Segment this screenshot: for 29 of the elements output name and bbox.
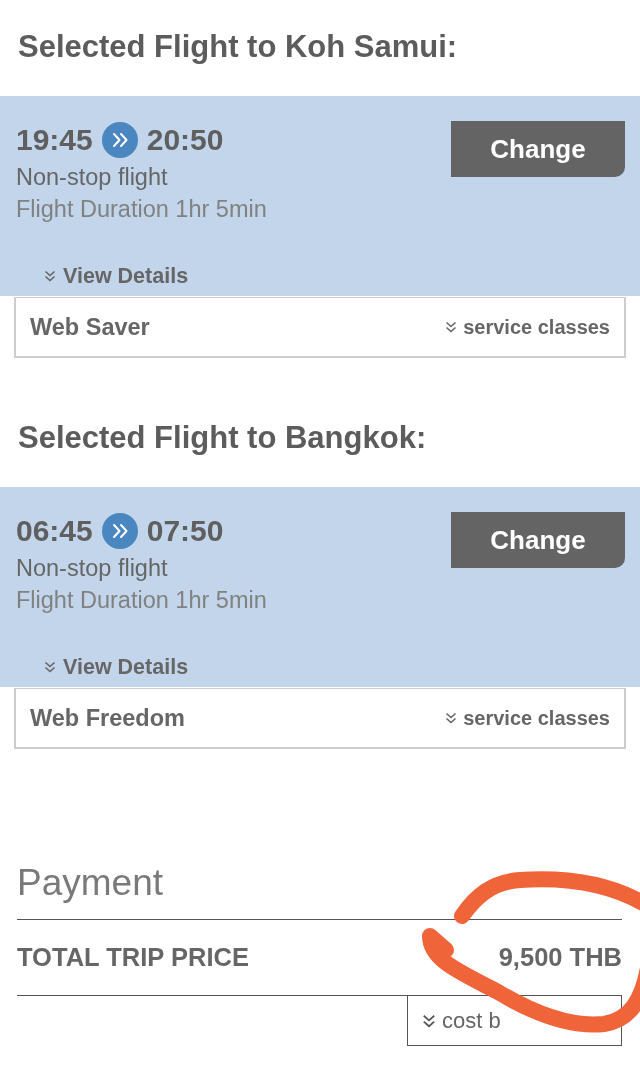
stops-label: Non-stop flight [16,554,168,583]
flight-duration: Flight Duration 1hr 5min [16,195,267,224]
flight-duration: Flight Duration 1hr 5min [16,586,267,615]
double-chevron-down-icon [445,712,458,724]
departure-time: 19:45 [16,123,93,157]
service-classes-link[interactable]: service classes [445,315,610,339]
double-chevron-down-icon [445,321,458,333]
change-button[interactable]: Change [451,121,625,177]
double-chevron-down-icon [44,661,56,673]
service-classes-link[interactable]: service classes [445,706,610,730]
section-heading: Selected Flight to Bangkok: [17,419,428,455]
stops-label: Non-stop flight [16,163,168,192]
double-chevron-down-icon [44,270,56,282]
view-details-link[interactable]: View Details [44,653,189,681]
arrival-time: 20:50 [146,123,224,157]
fare-name: Web Freedom [30,704,185,732]
view-details-link[interactable]: View Details [44,262,189,290]
payment-heading: Payment [17,861,622,920]
total-price-label: TOTAL TRIP PRICE [17,943,249,972]
fare-name: Web Saver [30,313,150,341]
double-chevron-right-icon [101,122,138,158]
departure-time: 06:45 [16,514,93,548]
arrival-time: 07:50 [146,514,224,548]
section-heading: Selected Flight to Koh Samui: [17,28,459,64]
double-chevron-right-icon [101,513,138,549]
change-button[interactable]: Change [451,512,625,568]
double-chevron-down-icon [422,1013,436,1028]
total-price-value: 9,500 THB [498,943,622,972]
cost-breakdown-button[interactable]: cost b [407,996,622,1046]
